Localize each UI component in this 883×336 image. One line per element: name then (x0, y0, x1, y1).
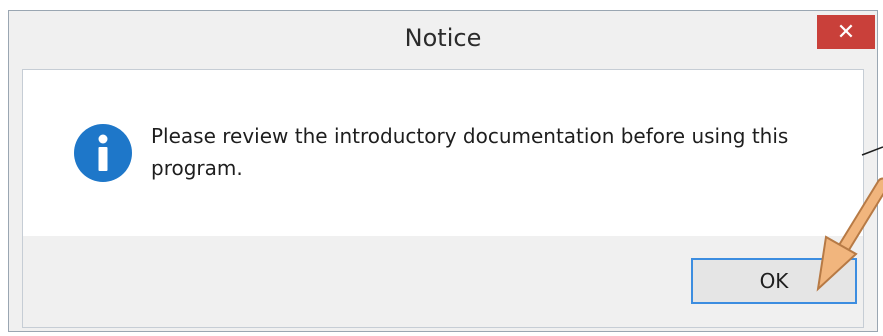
close-icon: ✕ (836, 19, 856, 45)
info-icon (74, 124, 132, 182)
ok-button[interactable]: OK (691, 258, 857, 304)
dialog-body: Please review the introductory documenta… (22, 69, 864, 328)
close-button[interactable]: ✕ (817, 15, 875, 49)
dialog-title: Notice (404, 24, 482, 52)
notice-dialog: Notice ✕ Please review the introductory … (8, 10, 878, 332)
message-panel: Please review the introductory documenta… (23, 70, 863, 236)
message-text: Please review the introductory documenta… (151, 124, 789, 180)
ok-button-label: OK (759, 269, 789, 293)
title-bar[interactable]: Notice ✕ (9, 11, 877, 67)
